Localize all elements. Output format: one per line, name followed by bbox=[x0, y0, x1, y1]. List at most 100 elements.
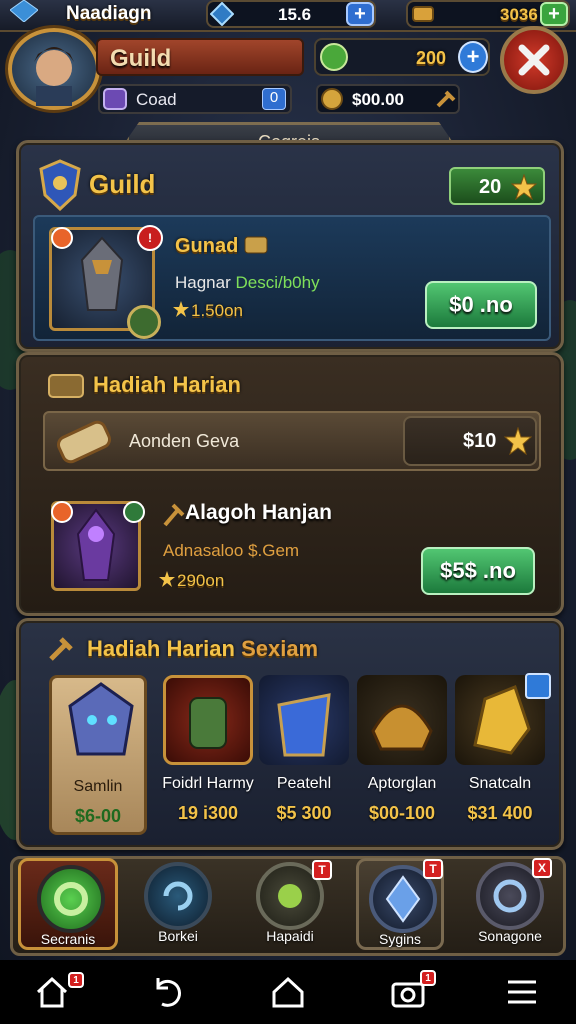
tab-label: Sygins bbox=[378, 931, 422, 947]
hero-element-badge bbox=[123, 501, 145, 523]
header-gem-counter: 200 + bbox=[314, 38, 490, 76]
shield-icon bbox=[102, 87, 128, 111]
header-gold-value: $00.00 bbox=[352, 90, 404, 109]
golden-helm-icon bbox=[357, 675, 447, 765]
item-card[interactable]: Peatehl $5 300 bbox=[255, 675, 353, 835]
header-gem-value: 200 bbox=[416, 48, 447, 68]
gem-value: 15.6 bbox=[278, 5, 312, 24]
avatar[interactable] bbox=[8, 28, 100, 110]
blue-armor-icon bbox=[259, 675, 349, 765]
hammer-icon bbox=[45, 635, 75, 663]
hammer-icon bbox=[434, 88, 456, 110]
guild-rating: 20 bbox=[449, 167, 545, 205]
daily-row-price-box[interactable]: $10 bbox=[403, 416, 537, 466]
top-bar: Naadiagn 15.6 + 3036 + bbox=[0, 0, 576, 32]
gear-icon bbox=[37, 865, 105, 933]
menu-icon bbox=[508, 980, 536, 1004]
hero-fire-badge bbox=[51, 501, 73, 523]
guild-shield-icon bbox=[39, 159, 81, 212]
header-add-button[interactable]: + bbox=[458, 41, 488, 73]
close-icon bbox=[518, 44, 550, 76]
nav-badge: 1 bbox=[68, 972, 84, 988]
tab-alert-badge: T bbox=[312, 860, 332, 880]
item-name: Samlin bbox=[73, 778, 123, 795]
hero-alert-badge: ! bbox=[137, 225, 163, 251]
item-info-badge[interactable] bbox=[525, 673, 551, 699]
item-card[interactable]: Snatcaln $31 400 bbox=[451, 673, 551, 835]
tab-label: Sonagone bbox=[478, 928, 542, 944]
gem-counter: 15.6 + bbox=[206, 0, 376, 28]
item-price: $31 400 bbox=[467, 803, 533, 823]
tab-alert-badge: T bbox=[423, 859, 443, 879]
header-gold-counter: $00.00 bbox=[316, 84, 460, 114]
home-nav-button[interactable]: 1 bbox=[22, 960, 84, 1024]
camera-nav-button[interactable]: 1 bbox=[378, 960, 438, 1024]
nav-badge: 1 bbox=[420, 970, 436, 986]
star-icon bbox=[159, 571, 175, 587]
tab-label: Hapaidi bbox=[266, 928, 314, 944]
item-card[interactable]: Foidrl Harmy 19 i300 bbox=[159, 675, 257, 835]
item-name: Aptorglan bbox=[367, 775, 437, 792]
daily-title: Hadiah Harian bbox=[93, 372, 241, 397]
scroll-icon bbox=[51, 415, 117, 469]
coin-icon bbox=[320, 87, 344, 111]
add-gold-button[interactable]: + bbox=[540, 2, 568, 26]
emerald-icon bbox=[318, 42, 350, 72]
guild-buy-button[interactable]: $0 .no bbox=[425, 281, 537, 329]
gift-icon bbox=[45, 369, 87, 401]
refresh-icon bbox=[144, 862, 212, 930]
item-name: Snatcaln bbox=[468, 775, 532, 792]
guild-hero-row: ! Gunad Hagnar Desci/b0hy 1.50on $0 .no bbox=[33, 215, 551, 341]
special-title-main: Hadiah Harian bbox=[87, 636, 235, 661]
gold-icon bbox=[410, 3, 436, 25]
item-name: Peatehl bbox=[276, 775, 332, 792]
item-price: $5 300 bbox=[276, 803, 332, 823]
tab-close-badge: X bbox=[532, 858, 552, 878]
star-icon bbox=[510, 173, 538, 201]
special-title-suffix: Sexiam bbox=[241, 636, 319, 661]
tab-secranis[interactable]: Secranis bbox=[18, 858, 118, 950]
tab-label: Borkei bbox=[158, 928, 198, 944]
tab-borkei[interactable]: Borkei bbox=[128, 858, 228, 954]
add-gem-button[interactable]: + bbox=[346, 2, 374, 26]
item-price: 19 i300 bbox=[177, 803, 239, 823]
overview-nav-button[interactable] bbox=[258, 960, 318, 1024]
daily-hero-name: Alagoh Hanjan bbox=[185, 501, 333, 524]
daily-hero-desc: Adnasaloo $.Gem bbox=[163, 541, 300, 560]
menu-nav-button[interactable] bbox=[492, 960, 552, 1024]
back-icon bbox=[156, 978, 181, 1007]
daily-panel: Hadiah Harian Aonden Geva $10 Alagoh Han… bbox=[16, 352, 564, 616]
guild-rating-value: 20 bbox=[479, 176, 502, 198]
gold-counter: 3036 + bbox=[406, 0, 570, 28]
star-icon bbox=[504, 427, 533, 455]
daily-hero-stars: 290on bbox=[177, 571, 225, 590]
star-icon bbox=[173, 301, 189, 317]
tab-label: Secranis bbox=[40, 931, 96, 947]
sub-label: Coad bbox=[136, 90, 177, 109]
back-nav-button[interactable] bbox=[138, 960, 198, 1024]
guild-name: Guild bbox=[110, 45, 172, 72]
item-name: Foidrl Harmy bbox=[162, 775, 254, 792]
beast-mask-icon bbox=[56, 678, 146, 768]
item-card[interactable]: Aptorglan $00-100 bbox=[353, 675, 451, 835]
special-panel: Hadiah Harian Sexiam Samlin $6-00 Foidrl… bbox=[16, 618, 564, 850]
tab-sonagone[interactable]: X Sonagone bbox=[460, 858, 560, 954]
daily-row-price: $10 bbox=[463, 429, 497, 452]
daily-buy-button[interactable]: $5$ .no bbox=[421, 547, 535, 595]
hero-portrait-icon bbox=[34, 47, 74, 106]
hero-fire-badge bbox=[51, 227, 73, 249]
hammer-icon bbox=[159, 501, 185, 529]
guild-hero-subtitle: Hagnar Desci/b0hy bbox=[175, 273, 320, 293]
guild-name-plate: Guild bbox=[96, 38, 304, 76]
tab-hapaidi[interactable]: T Hapaidi bbox=[240, 858, 340, 954]
house-outline-icon bbox=[272, 976, 304, 1008]
gem-icon bbox=[9, 0, 39, 23]
sub-count: 0 bbox=[262, 88, 286, 110]
item-card[interactable]: Samlin $6-00 bbox=[49, 675, 147, 835]
tab-sygins[interactable]: T Sygins bbox=[356, 858, 444, 950]
guild-hero-stars: 1.50on bbox=[191, 301, 243, 320]
guild-panel-title: Guild bbox=[89, 169, 156, 199]
close-button[interactable] bbox=[500, 26, 568, 94]
item-price: $00-100 bbox=[368, 803, 436, 823]
warrior-portrait-icon bbox=[163, 675, 253, 765]
